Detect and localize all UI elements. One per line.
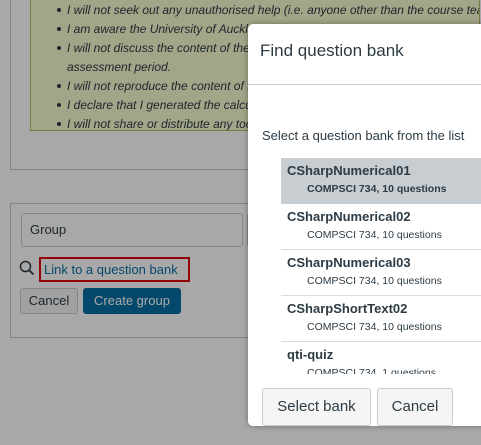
bank-name: CSharpShortText02	[287, 301, 408, 316]
dialog-footer: Select bank Cancel	[248, 374, 481, 426]
bank-name: CSharpNumerical03	[287, 255, 411, 270]
dialog-instruction: Select a question bank from the list	[262, 128, 465, 143]
question-bank-list: CSharpNumerical01 COMPSCI 734, 10 questi…	[281, 158, 481, 388]
find-question-bank-dialog: Find question bank Select a question ban…	[248, 24, 481, 426]
question-bank-item[interactable]: CSharpShortText02 COMPSCI 734, 10 questi…	[281, 296, 481, 342]
dialog-title: Find question bank	[260, 41, 404, 60]
bank-name: CSharpNumerical02	[287, 209, 411, 224]
question-bank-item[interactable]: CSharpNumerical03 COMPSCI 734, 10 questi…	[281, 250, 481, 296]
question-bank-item[interactable]: CSharpNumerical02 COMPSCI 734, 10 questi…	[281, 204, 481, 250]
cancel-button[interactable]: Cancel	[377, 388, 453, 426]
question-bank-item[interactable]: CSharpNumerical01 COMPSCI 734, 10 questi…	[281, 158, 481, 204]
select-bank-button[interactable]: Select bank	[262, 388, 371, 426]
bank-name: CSharpNumerical01	[287, 163, 411, 178]
bank-detail: COMPSCI 734, 10 questions	[307, 321, 442, 333]
bank-detail: COMPSCI 734, 10 questions	[307, 183, 447, 195]
bank-name: qti-quiz	[287, 347, 334, 362]
bank-detail: COMPSCI 734, 10 questions	[307, 229, 442, 241]
dialog-divider	[248, 84, 481, 85]
bank-detail: COMPSCI 734, 10 questions	[307, 275, 442, 287]
